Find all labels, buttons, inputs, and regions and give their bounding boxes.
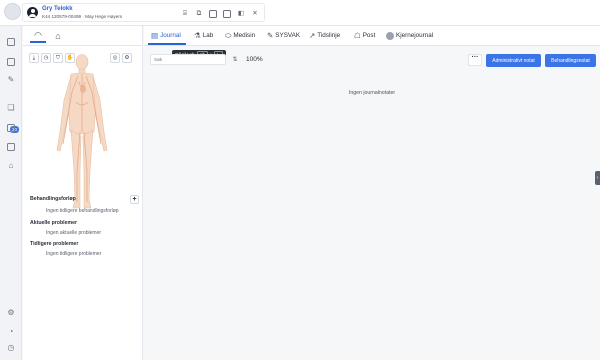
tab-tidslinje[interactable]: ↗ Tidslinje xyxy=(309,32,340,44)
zoom-level[interactable]: 100% xyxy=(246,56,263,63)
nav-rail: ✎ ❏ 20 ⌂ ⚙ ◔ ◷ xyxy=(0,26,22,360)
tab-kjernejournal[interactable]: Kjernejournal xyxy=(386,32,433,44)
tab-kjernejournal-label: Kjernejournal xyxy=(396,32,434,39)
tab-post-label: Post xyxy=(362,32,376,39)
tab-post[interactable]: ☖ Post xyxy=(354,32,375,44)
chat-icon: ☖ xyxy=(354,31,361,40)
section-title-treatment: Behandlingsforløp xyxy=(30,196,76,202)
calc-icon[interactable]: ⌸ xyxy=(181,10,189,18)
patient-meta: K44 120579-00499 · May Hege Høyem xyxy=(42,14,123,19)
calendar-icon[interactable] xyxy=(5,122,17,134)
stethoscope-icon: ◠ xyxy=(34,29,42,40)
document-icon[interactable] xyxy=(5,56,17,68)
collapse-handle-icon[interactable]: ‹ xyxy=(595,171,600,185)
empty-previous-problems: Ingen tidligere problemer xyxy=(46,251,102,257)
notebook-icon: ▤ xyxy=(151,31,159,40)
tab-lab[interactable]: ⚗ Lab xyxy=(194,32,213,44)
messages-icon[interactable]: ❏ xyxy=(5,102,17,114)
app-logo[interactable] xyxy=(4,3,21,20)
close-icon[interactable]: ✕ xyxy=(251,10,259,18)
tab-journal-label: Journal xyxy=(160,32,181,39)
tab-overview[interactable]: ⌂ xyxy=(50,29,66,43)
app-header: Gry Telokk K44 120579-00499 · May Hege H… xyxy=(0,0,600,26)
empty-current-problems: Ingen aktuelle problemer xyxy=(46,230,102,236)
wallet-icon[interactable] xyxy=(5,141,17,153)
tab-sysvak-label: SYSVAK xyxy=(275,32,301,39)
section-title-current-problems: Aktuelle problemer xyxy=(30,220,77,226)
tab-tidslinje-label: Tidslinje xyxy=(317,32,341,39)
download-icon[interactable]: ⤓ xyxy=(29,53,39,63)
add-treatment-button[interactable]: + xyxy=(130,195,139,204)
layers-icon: ⌂ xyxy=(55,31,61,41)
flask-icon: ⚗ xyxy=(194,31,201,40)
split-icon[interactable]: ◧ xyxy=(237,10,245,18)
patient-card[interactable]: Gry Telokk K44 120579-00499 · May Hege H… xyxy=(22,3,265,22)
copy-icon[interactable]: ⧉ xyxy=(195,10,203,18)
sort-filter-icon[interactable]: ⇅ xyxy=(230,55,240,64)
journal-tabs: ▤ Journal ⚗ Lab ⬭ Medisin ✎ SYSVAK ↗ Tid… xyxy=(144,26,600,46)
pill-icon: ⬭ xyxy=(225,31,232,40)
tab-sysvak[interactable]: ✎ SYSVAK xyxy=(267,32,300,44)
kjernejournal-icon xyxy=(386,32,394,40)
admin-note-button[interactable]: Administrativt notat xyxy=(486,54,541,67)
tab-anatomy[interactable]: ◠ xyxy=(30,29,46,43)
section-title-previous-problems: Tidligere problemer xyxy=(30,241,79,247)
journal-main: ▤ Journal ⚗ Lab ⬭ Medisin ✎ SYSVAK ↗ Tid… xyxy=(144,26,600,360)
tab-medisin[interactable]: ⬭ Medisin xyxy=(225,32,255,44)
bell-icon[interactable]: ◔ xyxy=(5,326,17,338)
patient-overview-panel: ◠ ⌂ ⤓ ◷ ⛉ ✋ ◎ ⚙ Behandlingsforløp + Inge… xyxy=(23,26,143,360)
empty-treatment: Ingen tidligere behandlingsforløp xyxy=(46,208,119,214)
active-tab-indicator xyxy=(148,43,186,45)
tab-medisin-label: Medisin xyxy=(233,32,256,39)
document-icon[interactable] xyxy=(223,10,231,18)
empty-journal-message: Ingen journalnotater xyxy=(348,90,396,96)
panel-divider xyxy=(23,45,143,46)
more-options-button[interactable]: ··· xyxy=(468,54,482,66)
clock-icon[interactable]: ◷ xyxy=(5,342,17,354)
gear-icon[interactable]: ⚙ xyxy=(122,53,132,63)
treatment-note-button[interactable]: Behandlingsnotat xyxy=(545,54,596,67)
tab-lab-label: Lab xyxy=(202,32,214,39)
anatomy-body-figure[interactable] xyxy=(50,52,114,212)
gear-icon[interactable]: ⚙ xyxy=(5,307,17,319)
timeline-icon: ↗ xyxy=(309,31,316,40)
search-input[interactable] xyxy=(150,54,226,65)
home-icon[interactable]: ⌂ xyxy=(5,160,17,172)
edit-icon[interactable]: ✎ xyxy=(5,74,17,86)
patient-name[interactable]: Gry Telokk xyxy=(42,6,73,12)
syringe-icon: ✎ xyxy=(267,31,274,40)
calendar-icon[interactable] xyxy=(209,10,217,18)
inbox-icon[interactable] xyxy=(5,36,17,48)
patient-avatar-icon xyxy=(27,7,38,18)
